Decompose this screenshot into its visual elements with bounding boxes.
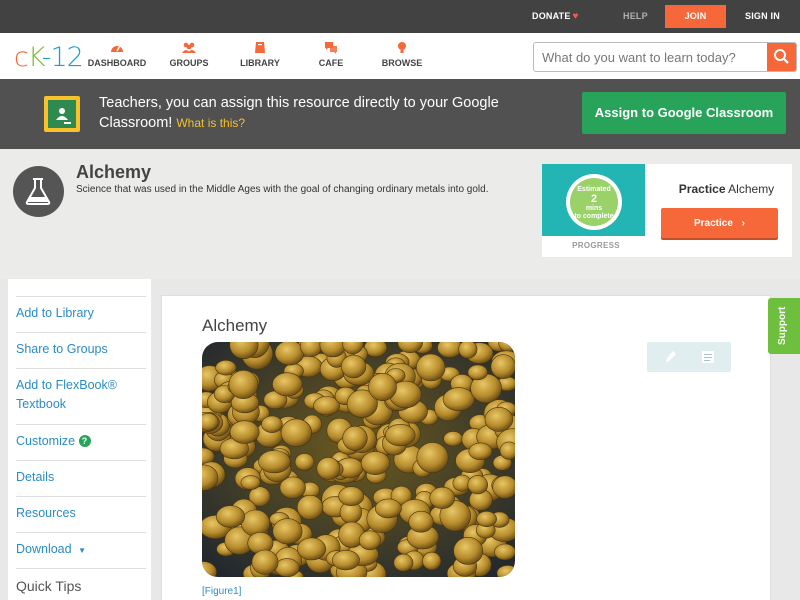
logo-12: -12 [41,42,84,73]
practice-card: Estimated 2 mins to complete PROGRESS Pr… [542,164,792,257]
heart-icon: ♥ [572,11,579,22]
donate-label: DONATE [532,11,571,21]
help-icon[interactable]: ? [78,435,91,447]
sidebar-share-to-groups[interactable]: Share to Groups [16,332,146,368]
what-is-this-link[interactable]: What is this? [176,116,245,130]
nav-cafe-label: CAFE [318,58,344,68]
search-button[interactable] [767,43,796,71]
practice-title: Practice Alchemy [661,182,792,196]
nav-browse-label: BROWSE [381,58,423,68]
nav-dashboard-label: DASHBOARD [87,58,147,68]
sign-in-link[interactable]: SIGN IN [745,0,780,33]
customize-label: Customize [16,434,76,448]
quick-tips-heading[interactable]: Quick Tips [16,568,146,594]
figure-link[interactable]: [Figure1] [202,586,241,597]
cafe-icon [325,42,337,54]
browse-icon [398,42,406,53]
caret-down-icon: ▼ [78,546,86,555]
support-label: Support [777,306,788,345]
gold-coins-image [202,342,515,577]
practice-title-bold: Practice [678,182,726,196]
sidebar-add-to-flexbook[interactable]: Add to FlexBook® Textbook [16,368,146,424]
nav-dashboard[interactable]: DASHBOARD [82,41,152,68]
sidebar-details[interactable]: Details [16,460,146,496]
logo-c: c [14,42,29,73]
estimated-minutes: 2 [590,193,598,205]
nav-library-label: LIBRARY [240,58,280,68]
lesson-panel: Alchemy [Figure1] [161,295,771,600]
banner-message: Teachers, you can assign this resource d… [99,93,499,133]
sidebar: Add to Library Share to Groups Add to Fl… [8,279,151,600]
practice-button[interactable]: Practice › [661,208,778,238]
progress-graphic: Estimated 2 mins to complete [542,164,645,236]
lesson-title: Alchemy [202,316,268,335]
pencil-icon[interactable] [661,348,679,366]
concept-description: Science that was used in the Middle Ages… [76,184,489,195]
annotation-toolbar [647,342,731,372]
dashboard-icon [111,46,123,52]
nav-library[interactable]: LIBRARY [225,41,295,68]
nav-cafe[interactable]: CAFE [296,41,366,68]
library-icon [255,42,265,53]
search-icon [774,49,789,64]
main-nav: cK-12 DASHBOARD GROUPS LIBRARY CAFE BROW… [0,33,800,79]
nav-groups[interactable]: GROUPS [154,41,224,68]
banner-text: Teachers, you can assign this resource d… [99,95,499,131]
top-bar: DONATE ♥ HELP JOIN SIGN IN [0,0,800,33]
join-button[interactable]: JOIN [665,5,726,28]
practice-title-topic: Alchemy [728,182,775,196]
groups-icon [182,42,196,53]
main-content: Alchemy [Figure1] [151,279,779,600]
google-classroom-icon [44,96,80,132]
sidebar-resources[interactable]: Resources [16,496,146,532]
flask-icon [13,166,64,217]
logo-k: K [27,42,43,73]
ck12-logo[interactable]: cK-12 [14,42,84,73]
concept-header: Alchemy Science that was used in the Mid… [0,149,800,279]
progress-circle: Estimated 2 mins to complete [566,174,622,230]
support-tab[interactable]: Support [768,298,800,354]
concept-title: Alchemy [76,162,152,182]
mins-text: mins [585,205,603,212]
chevron-right-icon: › [741,217,746,229]
sidebar-download[interactable]: Download ▼ [16,532,146,568]
donate-link[interactable]: DONATE ♥ [532,0,579,33]
google-classroom-banner: Teachers, you can assign this resource d… [0,79,800,149]
help-link[interactable]: HELP [623,0,648,33]
practice-button-label: Practice [693,217,733,229]
sidebar-add-to-library[interactable]: Add to Library [16,296,146,332]
assign-google-classroom-button[interactable]: Assign to Google Classroom [582,92,786,134]
sidebar-customize[interactable]: Customize ? [16,424,146,460]
nav-groups-label: GROUPS [169,58,209,68]
search-box [533,42,797,72]
to-complete-text: to complete [574,213,614,220]
notes-icon[interactable] [699,348,717,366]
search-input[interactable] [534,43,766,71]
progress-label: PROGRESS [572,241,620,250]
nav-browse[interactable]: BROWSE [367,41,437,68]
download-label: Download [16,542,72,556]
